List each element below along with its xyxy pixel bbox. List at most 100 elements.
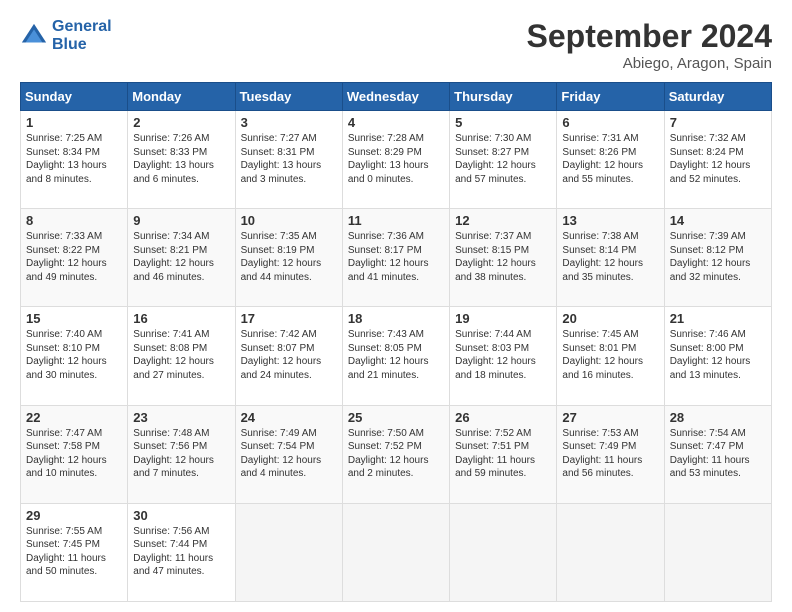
day-number: 24 [241, 410, 337, 425]
calendar-cell: 4 Sunrise: 7:28 AMSunset: 8:29 PMDaylight… [342, 111, 449, 209]
logo-general: General [52, 18, 112, 35]
day-number: 5 [455, 115, 551, 130]
logo: General Blue [20, 18, 112, 53]
col-saturday: Saturday [664, 83, 771, 111]
day-info: Sunrise: 7:48 AMSunset: 7:56 PMDaylight:… [133, 427, 229, 481]
day-number: 21 [670, 311, 766, 326]
calendar-cell: 15Sunrise: 7:40 AMSunset: 8:10 PMDayligh… [21, 307, 128, 405]
day-info: Sunrise: 7:30 AMSunset: 8:27 PMDaylight:… [455, 132, 551, 186]
day-info: Sunrise: 7:49 AMSunset: 7:54 PMDaylight:… [241, 427, 337, 481]
col-sunday: Sunday [21, 83, 128, 111]
day-number: 27 [562, 410, 658, 425]
calendar-cell: 26 Sunrise: 7:52 AMSunset: 7:51 PMDayligh… [450, 405, 557, 503]
day-number: 17 [241, 311, 337, 326]
calendar-cell: 1Sunrise: 7:25 AMSunset: 8:34 PMDaylight… [21, 111, 128, 209]
day-number: 18 [348, 311, 444, 326]
calendar-cell: 10 Sunrise: 7:35 AMSunset: 8:19 PMDayligh… [235, 209, 342, 307]
day-info: Sunrise: 7:46 AMSunset: 8:00 PMDaylight:… [670, 328, 766, 382]
day-info: Sunrise: 7:33 AMSunset: 8:22 PMDaylight:… [26, 230, 122, 284]
logo-icon [20, 22, 48, 50]
day-info: Sunrise: 7:26 AMSunset: 8:33 PMDaylight:… [133, 132, 229, 186]
calendar-cell: 7 Sunrise: 7:32 AMSunset: 8:24 PMDaylight… [664, 111, 771, 209]
calendar-cell: 5 Sunrise: 7:30 AMSunset: 8:27 PMDaylight… [450, 111, 557, 209]
day-info: Sunrise: 7:43 AMSunset: 8:05 PMDaylight:… [348, 328, 444, 382]
col-tuesday: Tuesday [235, 83, 342, 111]
calendar-cell: 19 Sunrise: 7:44 AMSunset: 8:03 PMDayligh… [450, 307, 557, 405]
day-info: Sunrise: 7:54 AMSunset: 7:47 PMDaylight:… [670, 427, 766, 481]
col-thursday: Thursday [450, 83, 557, 111]
calendar-cell: 27 Sunrise: 7:53 AMSunset: 7:49 PMDayligh… [557, 405, 664, 503]
calendar: Sunday Monday Tuesday Wednesday Thursday… [20, 82, 772, 602]
calendar-cell: 17 Sunrise: 7:42 AMSunset: 8:07 PMDayligh… [235, 307, 342, 405]
day-info: Sunrise: 7:39 AMSunset: 8:12 PMDaylight:… [670, 230, 766, 284]
day-info: Sunrise: 7:38 AMSunset: 8:14 PMDaylight:… [562, 230, 658, 284]
calendar-cell: 13Sunrise: 7:38 AMSunset: 8:14 PMDayligh… [557, 209, 664, 307]
header: General Blue September 2024 Abiego, Arag… [20, 18, 772, 72]
day-info: Sunrise: 7:36 AMSunset: 8:17 PMDaylight:… [348, 230, 444, 284]
day-number: 25 [348, 410, 444, 425]
day-number: 2 [133, 115, 229, 130]
day-number: 15 [26, 311, 122, 326]
calendar-cell: 14 Sunrise: 7:39 AMSunset: 8:12 PMDayligh… [664, 209, 771, 307]
day-info: Sunrise: 7:52 AMSunset: 7:51 PMDaylight:… [455, 427, 551, 481]
calendar-cell [235, 503, 342, 601]
calendar-cell [664, 503, 771, 601]
day-info: Sunrise: 7:34 AMSunset: 8:21 PMDaylight:… [133, 230, 229, 284]
calendar-cell: 28 Sunrise: 7:54 AMSunset: 7:47 PMDayligh… [664, 405, 771, 503]
logo-text: General Blue [52, 18, 112, 53]
calendar-cell: 23 Sunrise: 7:48 AMSunset: 7:56 PMDayligh… [128, 405, 235, 503]
day-number: 28 [670, 410, 766, 425]
calendar-cell: 18 Sunrise: 7:43 AMSunset: 8:05 PMDayligh… [342, 307, 449, 405]
calendar-cell: 21 Sunrise: 7:46 AMSunset: 8:00 PMDayligh… [664, 307, 771, 405]
day-info: Sunrise: 7:47 AMSunset: 7:58 PMDaylight:… [26, 427, 122, 481]
day-info: Sunrise: 7:44 AMSunset: 8:03 PMDaylight:… [455, 328, 551, 382]
calendar-cell: 25 Sunrise: 7:50 AMSunset: 7:52 PMDayligh… [342, 405, 449, 503]
calendar-week-2: 8 Sunrise: 7:33 AMSunset: 8:22 PMDaylight… [21, 209, 772, 307]
calendar-cell: 29Sunrise: 7:55 AMSunset: 7:45 PMDayligh… [21, 503, 128, 601]
day-number: 1 [26, 115, 122, 130]
calendar-cell [342, 503, 449, 601]
day-info: Sunrise: 7:42 AMSunset: 8:07 PMDaylight:… [241, 328, 337, 382]
day-number: 3 [241, 115, 337, 130]
calendar-cell: 2 Sunrise: 7:26 AMSunset: 8:33 PMDaylight… [128, 111, 235, 209]
day-number: 9 [133, 213, 229, 228]
day-number: 7 [670, 115, 766, 130]
col-friday: Friday [557, 83, 664, 111]
day-number: 14 [670, 213, 766, 228]
calendar-week-1: 1Sunrise: 7:25 AMSunset: 8:34 PMDaylight… [21, 111, 772, 209]
calendar-week-5: 29Sunrise: 7:55 AMSunset: 7:45 PMDayligh… [21, 503, 772, 601]
day-info: Sunrise: 7:28 AMSunset: 8:29 PMDaylight:… [348, 132, 444, 186]
calendar-cell: 24 Sunrise: 7:49 AMSunset: 7:54 PMDayligh… [235, 405, 342, 503]
day-info: Sunrise: 7:45 AMSunset: 8:01 PMDaylight:… [562, 328, 658, 382]
day-number: 8 [26, 213, 122, 228]
calendar-week-3: 15Sunrise: 7:40 AMSunset: 8:10 PMDayligh… [21, 307, 772, 405]
day-number: 16 [133, 311, 229, 326]
day-info: Sunrise: 7:41 AMSunset: 8:08 PMDaylight:… [133, 328, 229, 382]
calendar-cell: 16 Sunrise: 7:41 AMSunset: 8:08 PMDayligh… [128, 307, 235, 405]
calendar-header-row: Sunday Monday Tuesday Wednesday Thursday… [21, 83, 772, 111]
day-info: Sunrise: 7:32 AMSunset: 8:24 PMDaylight:… [670, 132, 766, 186]
day-info: Sunrise: 7:53 AMSunset: 7:49 PMDaylight:… [562, 427, 658, 481]
day-number: 4 [348, 115, 444, 130]
calendar-cell: 22 Sunrise: 7:47 AMSunset: 7:58 PMDayligh… [21, 405, 128, 503]
day-info: Sunrise: 7:50 AMSunset: 7:52 PMDaylight:… [348, 427, 444, 481]
day-info: Sunrise: 7:55 AMSunset: 7:45 PMDaylight:… [26, 525, 122, 579]
day-number: 26 [455, 410, 551, 425]
day-info: Sunrise: 7:31 AMSunset: 8:26 PMDaylight:… [562, 132, 658, 186]
calendar-cell: 9 Sunrise: 7:34 AMSunset: 8:21 PMDaylight… [128, 209, 235, 307]
day-number: 19 [455, 311, 551, 326]
col-wednesday: Wednesday [342, 83, 449, 111]
day-info: Sunrise: 7:56 AMSunset: 7:44 PMDaylight:… [133, 525, 229, 579]
day-number: 10 [241, 213, 337, 228]
page: General Blue September 2024 Abiego, Arag… [0, 0, 792, 612]
calendar-cell: 6 Sunrise: 7:31 AMSunset: 8:26 PMDaylight… [557, 111, 664, 209]
day-number: 11 [348, 213, 444, 228]
day-number: 22 [26, 410, 122, 425]
day-number: 23 [133, 410, 229, 425]
day-number: 6 [562, 115, 658, 130]
calendar-cell: 3 Sunrise: 7:27 AMSunset: 8:31 PMDaylight… [235, 111, 342, 209]
day-info: Sunrise: 7:35 AMSunset: 8:19 PMDaylight:… [241, 230, 337, 284]
calendar-cell [557, 503, 664, 601]
day-info: Sunrise: 7:27 AMSunset: 8:31 PMDaylight:… [241, 132, 337, 186]
calendar-cell: 8 Sunrise: 7:33 AMSunset: 8:22 PMDaylight… [21, 209, 128, 307]
